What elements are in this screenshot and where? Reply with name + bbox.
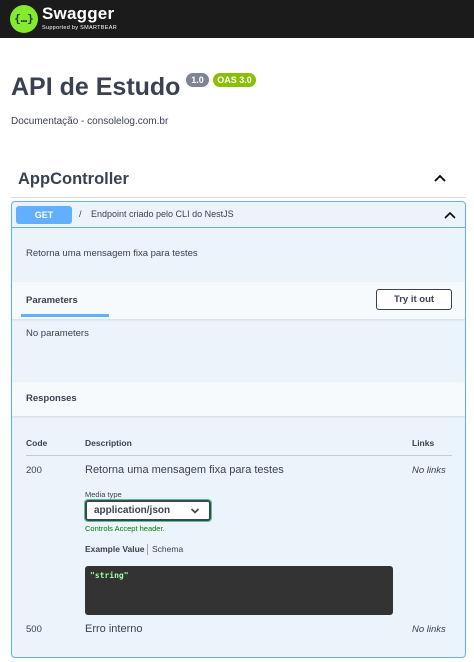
api-description: Documentação - consolelog.com.br bbox=[11, 116, 169, 127]
swagger-logo-icon[interactable]: {…} bbox=[10, 5, 38, 33]
response-code: 200 bbox=[26, 465, 42, 476]
chevron-up-icon[interactable] bbox=[442, 208, 458, 222]
table-header-divider bbox=[26, 455, 452, 456]
responses-title: Responses bbox=[26, 393, 77, 404]
operation-summary-text: Endpoint criado pelo CLI do NestJS bbox=[91, 209, 234, 219]
version-badge: 1.0 bbox=[186, 73, 209, 87]
operation-path: / bbox=[79, 209, 82, 219]
response-description: Erro interno bbox=[85, 623, 143, 635]
brand-tagline: Supported by SMARTBEAR bbox=[42, 25, 117, 31]
example-code: "string" bbox=[90, 571, 129, 580]
tag-title[interactable]: AppController bbox=[18, 170, 129, 189]
response-links: No links bbox=[412, 624, 446, 635]
schema-tab[interactable]: Schema bbox=[152, 544, 183, 554]
parameters-header: Parameters Try it out bbox=[12, 282, 465, 319]
responses-header: Responses bbox=[12, 382, 465, 416]
response-links: No links bbox=[412, 465, 446, 476]
media-type-label: Media type bbox=[85, 490, 122, 499]
no-parameters-text: No parameters bbox=[26, 328, 89, 339]
links-column-header: Links bbox=[412, 438, 435, 448]
description-column-header: Description bbox=[85, 438, 132, 448]
operation-description: Retorna uma mensagem fixa para testes bbox=[26, 248, 198, 259]
brand-name[interactable]: Swagger bbox=[42, 4, 114, 24]
operation-block: GET / Endpoint criado pelo CLI do NestJS… bbox=[11, 201, 466, 658]
chevron-down-icon bbox=[190, 508, 200, 514]
parameters-tab-underline bbox=[21, 314, 109, 317]
oas-badge: OAS 3.0 bbox=[213, 73, 256, 87]
tag-divider bbox=[11, 197, 466, 198]
try-it-out-button[interactable]: Try it out bbox=[376, 289, 452, 310]
response-description: Retorna uma mensagem fixa para testes bbox=[85, 464, 284, 476]
chevron-up-icon[interactable] bbox=[432, 171, 448, 185]
media-type-hint: Controls Accept header. bbox=[85, 524, 165, 533]
code-column-header: Code bbox=[26, 438, 48, 448]
api-title: API de Estudo bbox=[11, 73, 181, 101]
tab-separator bbox=[147, 544, 148, 555]
method-badge: GET bbox=[16, 206, 72, 224]
parameters-tab[interactable]: Parameters bbox=[26, 295, 78, 306]
response-code: 500 bbox=[26, 624, 42, 635]
operation-summary[interactable]: GET / Endpoint criado pelo CLI do NestJS bbox=[12, 202, 465, 228]
example-code-block[interactable]: "string" bbox=[85, 566, 393, 615]
example-value-tab[interactable]: Example Value bbox=[85, 544, 145, 554]
media-type-value: application/json bbox=[94, 505, 171, 516]
media-type-select[interactable]: application/json bbox=[84, 499, 212, 522]
top-bar: {…} Swagger Supported by SMARTBEAR bbox=[0, 0, 474, 38]
